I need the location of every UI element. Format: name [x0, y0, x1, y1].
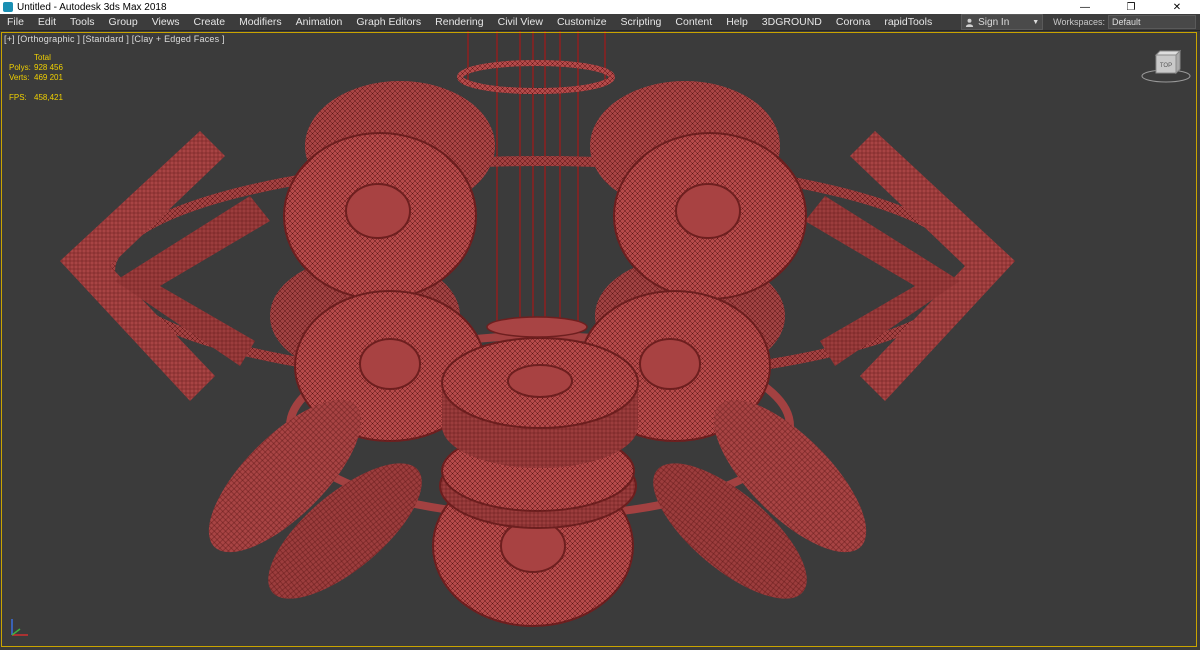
window-title: Untitled - Autodesk 3ds Max 2018	[17, 1, 167, 13]
user-icon	[966, 18, 974, 27]
menu-file[interactable]: File	[0, 14, 31, 30]
menu-civil-view[interactable]: Civil View	[491, 14, 550, 30]
menu-create[interactable]: Create	[187, 14, 233, 30]
restore-button[interactable]: ❐	[1108, 0, 1154, 14]
sign-in-label: Sign In	[978, 16, 1010, 28]
viewcube-icon[interactable]: TOP	[1138, 47, 1194, 87]
menu-corona[interactable]: Corona	[829, 14, 877, 30]
chevron-down-icon: ▼	[1032, 18, 1040, 26]
stats-fps-value: 458,421	[34, 93, 63, 102]
menu-tools[interactable]: Tools	[63, 14, 102, 30]
viewport-label-menu[interactable]: [+] [Orthographic ] [Standard ] [Clay + …	[4, 34, 225, 44]
menu-group[interactable]: Group	[102, 14, 145, 30]
workspaces-label: Workspaces:	[1053, 17, 1105, 27]
title-bar: Untitled - Autodesk 3ds Max 2018 — ❐ ✕	[0, 0, 1200, 14]
stats-polys-value: 928 456	[34, 63, 63, 72]
viewcube-label: TOP	[1160, 63, 1172, 69]
menu-edit[interactable]: Edit	[31, 14, 63, 30]
stats-polys-label: Polys:	[9, 63, 31, 72]
menu-modifiers[interactable]: Modifiers	[232, 14, 289, 30]
right-arm	[805, 131, 1015, 401]
perspective-viewport[interactable]: [+] [Orthographic ] [Standard ] [Clay + …	[0, 31, 1200, 650]
statistics-overlay: Total Polys: 928 456 Verts: 469 201 FPS: 45…	[9, 53, 63, 103]
close-button[interactable]: ✕	[1154, 0, 1200, 14]
menu-bar: File Edit Tools Group Views Create Modif…	[0, 14, 1200, 31]
menu-customize[interactable]: Customize	[550, 14, 614, 30]
hanging-rods	[467, 31, 606, 331]
menu-content[interactable]: Content	[668, 14, 719, 30]
menu-scripting[interactable]: Scripting	[614, 14, 669, 30]
menu-3dground[interactable]: 3DGROUND	[755, 14, 829, 30]
window-controls: — ❐ ✕	[1062, 0, 1200, 14]
workspace-value: Default	[1112, 17, 1141, 27]
menu-rapidtools[interactable]: rapidTools	[877, 14, 939, 30]
center-stack	[439, 337, 639, 529]
menu-rendering[interactable]: Rendering	[428, 14, 490, 30]
menu-graph-editors[interactable]: Graph Editors	[349, 14, 428, 30]
stats-total-label: Total	[34, 53, 51, 62]
app-icon	[3, 2, 13, 12]
stats-fps-label: FPS:	[9, 93, 27, 102]
stats-verts-label: Verts:	[9, 73, 30, 82]
menu-help[interactable]: Help	[719, 14, 755, 30]
menu-right-group: Sign In ▼ Workspaces: Default	[961, 14, 1200, 30]
workspaces-select[interactable]: Default	[1108, 15, 1196, 29]
menu-views[interactable]: Views	[145, 14, 187, 30]
left-arm	[60, 131, 270, 401]
axis-tripod-icon	[11, 619, 28, 636]
sign-in-dropdown[interactable]: Sign In ▼	[961, 14, 1044, 30]
menu-animation[interactable]: Animation	[289, 14, 350, 30]
scene-render	[60, 31, 1015, 627]
stats-verts-value: 469 201	[34, 73, 63, 82]
center-collar	[486, 316, 588, 338]
minimize-button[interactable]: —	[1062, 0, 1108, 14]
